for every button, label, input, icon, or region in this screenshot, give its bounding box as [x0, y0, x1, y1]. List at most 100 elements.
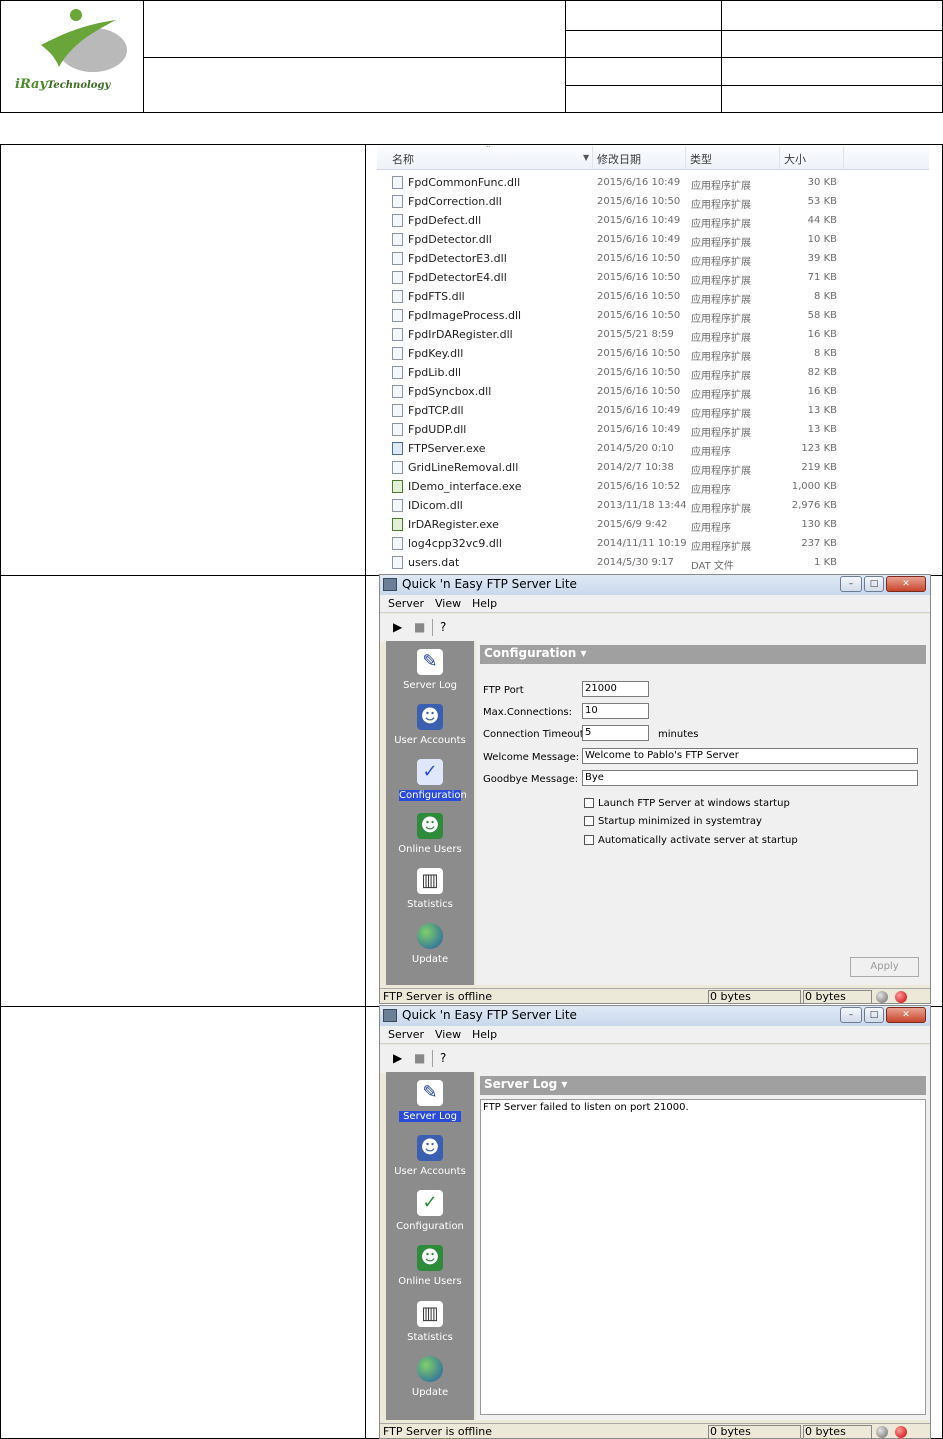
dll-file-icon [392, 423, 403, 436]
file-row[interactable]: GridLineRemoval.dll 2014/2/7 10:38 应用程序扩展 2… [377, 458, 929, 477]
connection-timeout-input[interactable]: 5 [582, 725, 649, 741]
help-icon[interactable]: ? [440, 1051, 446, 1065]
menu-server[interactable]: Server [388, 1028, 424, 1041]
statistics-icon: ▥ [417, 1301, 443, 1327]
log-output[interactable]: FTP Server failed to listen on port 2100… [480, 1099, 926, 1415]
file-row[interactable]: IrDARegister.exe 2015/6/9 9:42 应用程序 130 KB [377, 515, 929, 534]
file-list-view: ⌃ 名称 ▼ 修改日期 类型 大小 FpdCommonFunc.dll 2015/… [377, 146, 929, 572]
file-row[interactable]: users.dat 2014/5/30 9:17 DAT 文件 1 KB [377, 553, 929, 572]
nav-user-accounts[interactable]: ☻ User Accounts [386, 702, 474, 756]
dll-file-icon [392, 271, 403, 284]
section-header[interactable]: Server Log ▾ [480, 1076, 926, 1095]
file-type: 应用程序 [691, 485, 731, 496]
file-type: 应用程序扩展 [691, 542, 751, 553]
nav-configuration[interactable]: ✓ Configuration [386, 757, 474, 811]
file-row[interactable]: FpdSyncbox.dll 2015/6/16 10:50 应用程序扩展 16 KB [377, 382, 929, 401]
bytes-received: 0 bytes received [708, 1425, 801, 1438]
file-modified: 2015/6/16 10:49 [597, 215, 681, 226]
file-type: 应用程序扩展 [691, 295, 751, 306]
dll-file-icon [392, 195, 403, 208]
menu-help[interactable]: Help [472, 1028, 497, 1041]
app-icon [383, 578, 397, 591]
file-modified: 2014/11/11 10:19 [597, 538, 687, 549]
welcome-message-input[interactable]: Welcome to Pablo's FTP Server [582, 748, 918, 764]
column-modified-header[interactable]: 修改日期 [597, 151, 641, 167]
section-header[interactable]: Configuration ▾ [480, 645, 926, 664]
file-row[interactable]: FpdFTS.dll 2015/6/16 10:50 应用程序扩展 8 KB [377, 287, 929, 306]
dll-file-icon [392, 252, 403, 265]
maximize-button[interactable]: □ [864, 576, 884, 592]
menu-help[interactable]: Help [472, 597, 497, 610]
welcome-message-label: Welcome Message: [483, 752, 580, 763]
nav-server-log[interactable]: ✎ Server Log [386, 1078, 474, 1132]
nav-online-users[interactable]: ☻ Online Users [386, 1243, 474, 1297]
dat-file-icon [392, 556, 403, 569]
file-row[interactable]: FpdKey.dll 2015/6/16 10:50 应用程序扩展 8 KB [377, 344, 929, 363]
file-row[interactable]: FpdUDP.dll 2015/6/16 10:49 应用程序扩展 13 KB [377, 420, 929, 439]
file-name: IDemo_interface.exe [408, 480, 522, 493]
column-type-header[interactable]: 类型 [690, 151, 712, 167]
file-name: IDicom.dll [408, 499, 463, 512]
nav-configuration[interactable]: ✓ Configuration [386, 1188, 474, 1242]
minimize-button[interactable]: – [840, 576, 862, 592]
file-row[interactable]: FTPServer.exe 2014/5/20 0:10 应用程序 123 KB [377, 439, 929, 458]
close-button[interactable]: ✕ [886, 1007, 926, 1023]
file-row[interactable]: log4cpp32vc9.dll 2014/11/11 10:19 应用程序扩展 23… [377, 534, 929, 553]
max-connections-input[interactable]: 10 [582, 703, 649, 719]
file-row[interactable]: FpdDetectorE3.dll 2015/6/16 10:50 应用程序扩展 39… [377, 249, 929, 268]
start-minimized-checkbox[interactable] [584, 816, 594, 826]
file-row[interactable]: FpdDetectorE4.dll 2015/6/16 10:50 应用程序扩展 71… [377, 268, 929, 287]
column-name-header[interactable]: 名称 [392, 151, 414, 167]
minimize-button[interactable]: – [840, 1007, 862, 1023]
nav-server-log[interactable]: ✎ Server Log [386, 647, 474, 701]
file-row[interactable]: FpdCorrection.dll 2015/6/16 10:50 应用程序扩展 53… [377, 192, 929, 211]
file-size: 82 KB [807, 367, 837, 378]
file-row[interactable]: IDicom.dll 2013/11/18 13:44 应用程序扩展 2,976 KB [377, 496, 929, 515]
auto-activate-checkbox[interactable] [584, 835, 594, 845]
start-server-icon[interactable]: ▶ [393, 1051, 402, 1065]
file-name: FpdTCP.dll [408, 404, 464, 417]
file-size: 58 KB [807, 310, 837, 321]
ftp-port-input[interactable]: 21000 [582, 681, 649, 697]
logo-wordmark: iRayTechnology [15, 77, 111, 92]
server-log-icon: ✎ [417, 1080, 443, 1106]
sort-dropdown-icon[interactable]: ▼ [583, 153, 589, 162]
menu-view[interactable]: View [435, 597, 461, 610]
file-size: 16 KB [807, 386, 837, 397]
nav-user-accounts[interactable]: ☻ User Accounts [386, 1133, 474, 1187]
nav-statistics[interactable]: ▥ Statistics [386, 866, 474, 920]
stop-server-icon[interactable]: ■ [414, 620, 425, 634]
nav-update[interactable]: Update [386, 921, 474, 975]
nav-online-users[interactable]: ☻ Online Users [386, 811, 474, 865]
close-button[interactable]: ✕ [886, 576, 926, 592]
file-type: 应用程序扩展 [691, 333, 751, 344]
file-type: 应用程序扩展 [691, 314, 751, 325]
maximize-button[interactable]: □ [864, 1007, 884, 1023]
dll-file-icon [392, 328, 403, 341]
column-size-header[interactable]: 大小 [784, 151, 806, 167]
start-server-icon[interactable]: ▶ [393, 620, 402, 634]
nav-update[interactable]: Update [386, 1354, 474, 1408]
menu-server[interactable]: Server [388, 597, 424, 610]
stop-server-icon[interactable]: ■ [414, 1051, 425, 1065]
dll-file-icon [392, 233, 403, 246]
start-minimized-label: Startup minimized in systemtray [598, 816, 762, 827]
server-log-icon: ✎ [417, 649, 443, 675]
file-name: FpdKey.dll [408, 347, 464, 360]
nav-statistics[interactable]: ▥ Statistics [386, 1299, 474, 1353]
globe-icon [417, 1356, 443, 1382]
menu-view[interactable]: View [435, 1028, 461, 1041]
launch-at-startup-checkbox[interactable] [584, 798, 594, 808]
file-row[interactable]: FpdDefect.dll 2015/6/16 10:49 应用程序扩展 44 KB [377, 211, 929, 230]
file-row[interactable]: FpdCommonFunc.dll 2015/6/16 10:49 应用程序扩展 30… [377, 173, 929, 192]
file-row[interactable]: FpdDetector.dll 2015/6/16 10:49 应用程序扩展 10 K… [377, 230, 929, 249]
goodbye-message-input[interactable]: Bye [582, 770, 918, 786]
file-row[interactable]: IDemo_interface.exe 2015/6/16 10:52 应用程序 1,… [377, 477, 929, 496]
file-row[interactable]: FpdIrDARegister.dll 2015/5/21 8:59 应用程序扩展 1… [377, 325, 929, 344]
file-row[interactable]: FpdLib.dll 2015/6/16 10:50 应用程序扩展 82 KB [377, 363, 929, 382]
file-name: GridLineRemoval.dll [408, 461, 519, 474]
apply-button[interactable]: Apply [850, 957, 919, 977]
help-icon[interactable]: ? [440, 620, 446, 634]
file-row[interactable]: FpdTCP.dll 2015/6/16 10:49 应用程序扩展 13 KB [377, 401, 929, 420]
file-row[interactable]: FpdImageProcess.dll 2015/6/16 10:50 应用程序扩展… [377, 306, 929, 325]
